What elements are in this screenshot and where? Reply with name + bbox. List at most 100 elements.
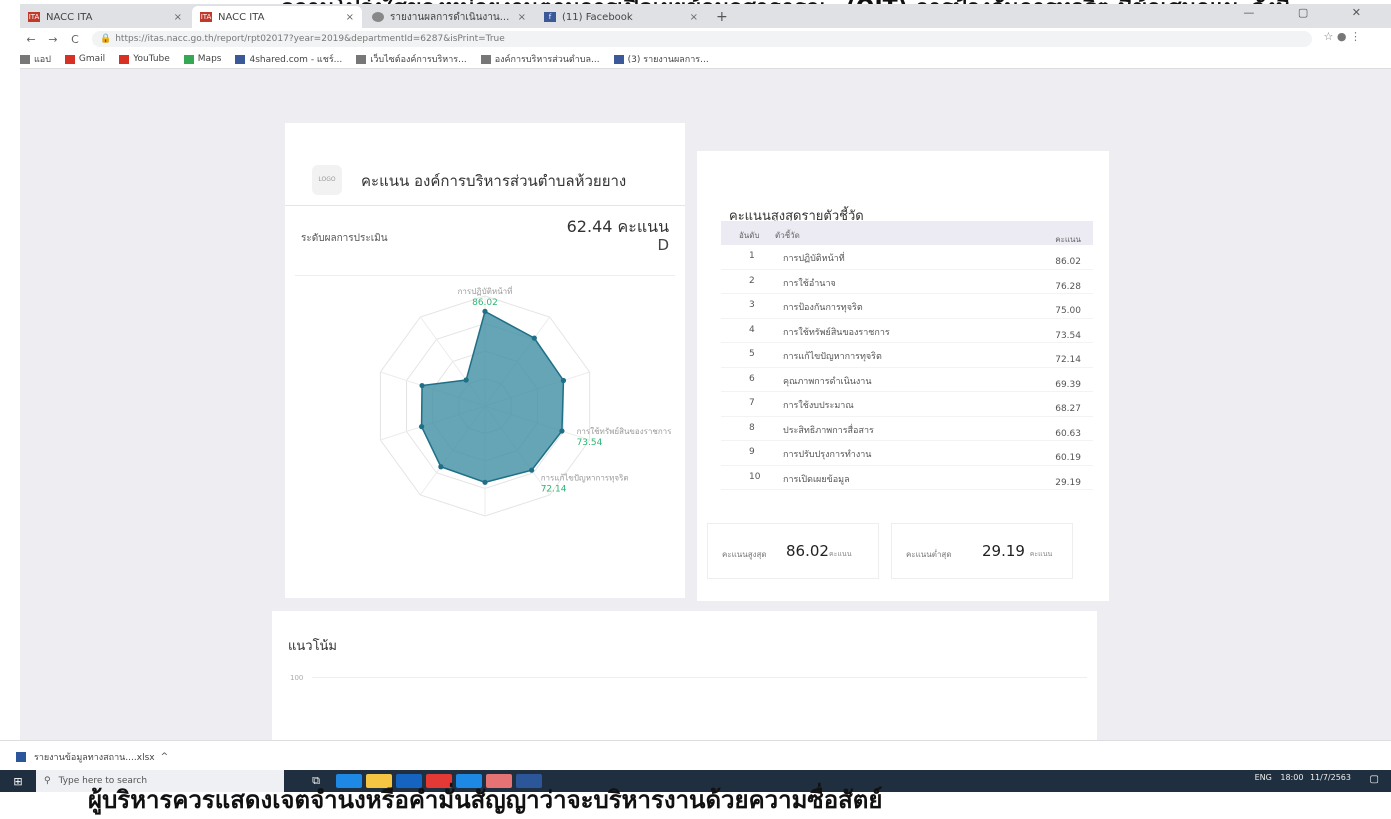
- cell-name: การใช้งบประมาณ: [783, 401, 854, 411]
- radar-point: [438, 464, 444, 470]
- download-item[interactable]: รายงานข้อมูลทางสถาน....xlsx ^: [16, 750, 168, 764]
- apps-icon: [20, 54, 30, 64]
- back-icon[interactable]: ←: [20, 33, 42, 46]
- bookmark-label: เว็บไซต์องค์การบริหาร...: [370, 55, 467, 65]
- radar-point: [419, 382, 425, 389]
- report-page: LOGO คะแนน องค์การบริหารส่วนตำบลห้วยยาง …: [20, 69, 1391, 741]
- table-row: 10 การเปิดเผยข้อมูล 29.19: [721, 466, 1093, 490]
- bookmark-facebook[interactable]: (3) รายงานผลการ...: [613, 52, 709, 66]
- bookmarks-bar: แอป Gmail YouTube Maps 4shared.com - แชร…: [20, 50, 1391, 69]
- url-text: https://itas.nacc.go.th/report/rpt02017?…: [115, 34, 505, 44]
- grade-value: D: [657, 236, 669, 254]
- cell-score: 72.14: [1055, 355, 1081, 365]
- table-row: 4 การใช้ทรัพย์สินของราชการ 73.54: [721, 319, 1093, 343]
- table-row: 5 การแก้ไขปัญหาการทุจริต 72.14: [721, 343, 1093, 368]
- cell-name: ประสิทธิภาพการสื่อสาร: [783, 425, 874, 436]
- tab-3[interactable]: f (11) Facebook ×: [536, 6, 706, 28]
- tab-2[interactable]: รายงานผลการดำเนินงาน... ×: [364, 6, 534, 28]
- highest-value: 86.02คะแนน: [786, 542, 851, 560]
- cell-rank: 8: [749, 422, 755, 433]
- bookmark-gmail[interactable]: Gmail: [64, 54, 105, 64]
- bookmark-4shared[interactable]: 4shared.com - แชร์...: [235, 52, 342, 66]
- radar-svg: การปฏิบัติหน้าที่ 86.02 การใช้ทรัพย์สินของ…: [379, 285, 673, 517]
- bookmark-youtube[interactable]: YouTube: [119, 54, 170, 64]
- cell-name: การปฏิบัติหน้าที่: [783, 254, 845, 264]
- close-icon[interactable]: ×: [174, 12, 182, 23]
- cell-name: การใช้อำนาจ: [783, 278, 836, 289]
- grade-label: ระดับผลการประเมิน: [301, 233, 388, 244]
- search-icon: ⚲: [44, 776, 51, 786]
- tab-strip: ITA NACC ITA × ITA NACC ITA × รายงานผลการดำเ…: [20, 4, 1391, 28]
- tab-0[interactable]: ITA NACC ITA ×: [20, 6, 190, 28]
- youtube-icon: [119, 54, 130, 64]
- notification-icon[interactable]: ▢: [1370, 774, 1379, 785]
- bookmark-apps[interactable]: แอป: [20, 52, 51, 66]
- system-tray[interactable]: ENG 18:00 11/7/2563: [1255, 773, 1351, 782]
- window-controls[interactable]: — ▢ ✕: [1243, 6, 1381, 19]
- tab-label: NACC ITA: [46, 11, 93, 23]
- radar-point: [560, 377, 567, 384]
- radar-chart: การปฏิบัติหน้าที่ 86.02 การใช้ทรัพย์สินของ…: [295, 275, 675, 590]
- table-header: อันดับ ตัวชี้วัด คะแนน: [721, 221, 1093, 245]
- table-body: 1 การปฏิบัติหน้าที่ 86.02 2 การใช้อำนาจ 76.28…: [721, 245, 1093, 490]
- address-bar[interactable]: 🔒 https://itas.nacc.go.th/report/rpt0201…: [92, 31, 1312, 47]
- bottom-caption: ผู้บริหารควรแสดงเจตจำนงหรือคำมั่นสัญญาว่…: [88, 786, 883, 814]
- tab-1[interactable]: ITA NACC ITA ×: [192, 6, 362, 28]
- tray-date: 11/7/2563: [1309, 773, 1351, 782]
- chevron-up-icon[interactable]: ^: [161, 752, 169, 762]
- cell-rank: 4: [749, 324, 755, 335]
- cell-name: การปรับปรุงการทำงาน: [783, 450, 872, 460]
- globe-icon: [372, 12, 384, 22]
- table-row: 8 ประสิทธิภาพการสื่อสาร 60.63: [721, 417, 1093, 441]
- radar-point: [559, 428, 565, 434]
- radar-point: [529, 467, 535, 473]
- reload-icon[interactable]: C: [64, 33, 86, 46]
- nacc-icon: ITA: [28, 12, 40, 22]
- highest-score-box: คะแนนสูงสุด 86.02คะแนน: [707, 523, 879, 579]
- tray-time: 18:00: [1280, 773, 1304, 782]
- cell-score: 73.54: [1055, 330, 1081, 341]
- divider: [285, 205, 685, 206]
- cell-name: การเปิดเผยข้อมูล: [783, 474, 850, 485]
- star-icon[interactable]: ☆ ● ⋮: [1324, 30, 1361, 43]
- cell-score: 29.19: [1055, 477, 1081, 488]
- cell-score: 76.28: [1055, 281, 1081, 292]
- indicator-ranking-card: คะแนนสูงสุดรายตัวชี้วัด อันดับ ตัวชี้วัด…: [697, 151, 1109, 601]
- header-rank: อันดับ: [739, 231, 760, 240]
- radar-value-label: 72.14: [541, 485, 567, 495]
- cell-rank: 1: [749, 251, 755, 261]
- bookmark-site-1[interactable]: เว็บไซต์องค์การบริหาร...: [356, 52, 467, 66]
- gmail-icon: [64, 54, 75, 64]
- close-icon[interactable]: ×: [518, 12, 526, 23]
- cell-rank: 2: [749, 275, 755, 286]
- nacc-icon: ITA: [200, 12, 212, 22]
- radar-value-label: 73.54: [577, 438, 603, 448]
- trend-axis-label: 100: [290, 674, 304, 682]
- bookmark-site-2[interactable]: องค์การบริหารส่วนตำบล...: [480, 52, 600, 66]
- close-icon[interactable]: ×: [690, 12, 698, 23]
- lowest-label: คะแนนต่ำสุด: [906, 550, 952, 559]
- new-tab-button[interactable]: +: [708, 6, 736, 28]
- radar-axis-label: การใช้ทรัพย์สินของราชการ: [577, 426, 673, 436]
- radar-axis-label: การปฏิบัติหน้าที่: [458, 285, 513, 296]
- tray-language: ENG: [1254, 773, 1272, 782]
- forward-icon[interactable]: →: [42, 33, 64, 46]
- trend-card: แนวโน้ม 100: [272, 611, 1097, 741]
- radar-point: [418, 424, 425, 430]
- globe-icon: [480, 54, 491, 64]
- radar-point: [531, 335, 537, 341]
- cell-name: การป้องกันการทุจริต: [783, 303, 863, 313]
- cell-rank: 7: [749, 398, 755, 408]
- bookmark-maps[interactable]: Maps: [183, 54, 221, 64]
- cell-name: คุณภาพการดำเนินงาน: [783, 376, 872, 387]
- windows-start-icon[interactable]: ⊞: [0, 775, 36, 788]
- bookmark-label: 4shared.com - แชร์...: [249, 55, 343, 65]
- cell-score: 68.27: [1055, 404, 1081, 414]
- tab-label: NACC ITA: [218, 11, 265, 23]
- close-icon[interactable]: ×: [346, 12, 354, 23]
- lock-icon: 🔒: [100, 34, 112, 44]
- radar-point: [482, 479, 488, 485]
- org-title: คะแนน องค์การบริหารส่วนตำบลห้วยยาง: [361, 172, 627, 190]
- lowest-number: 29.19: [982, 542, 1025, 560]
- facebook-icon: f: [544, 12, 556, 22]
